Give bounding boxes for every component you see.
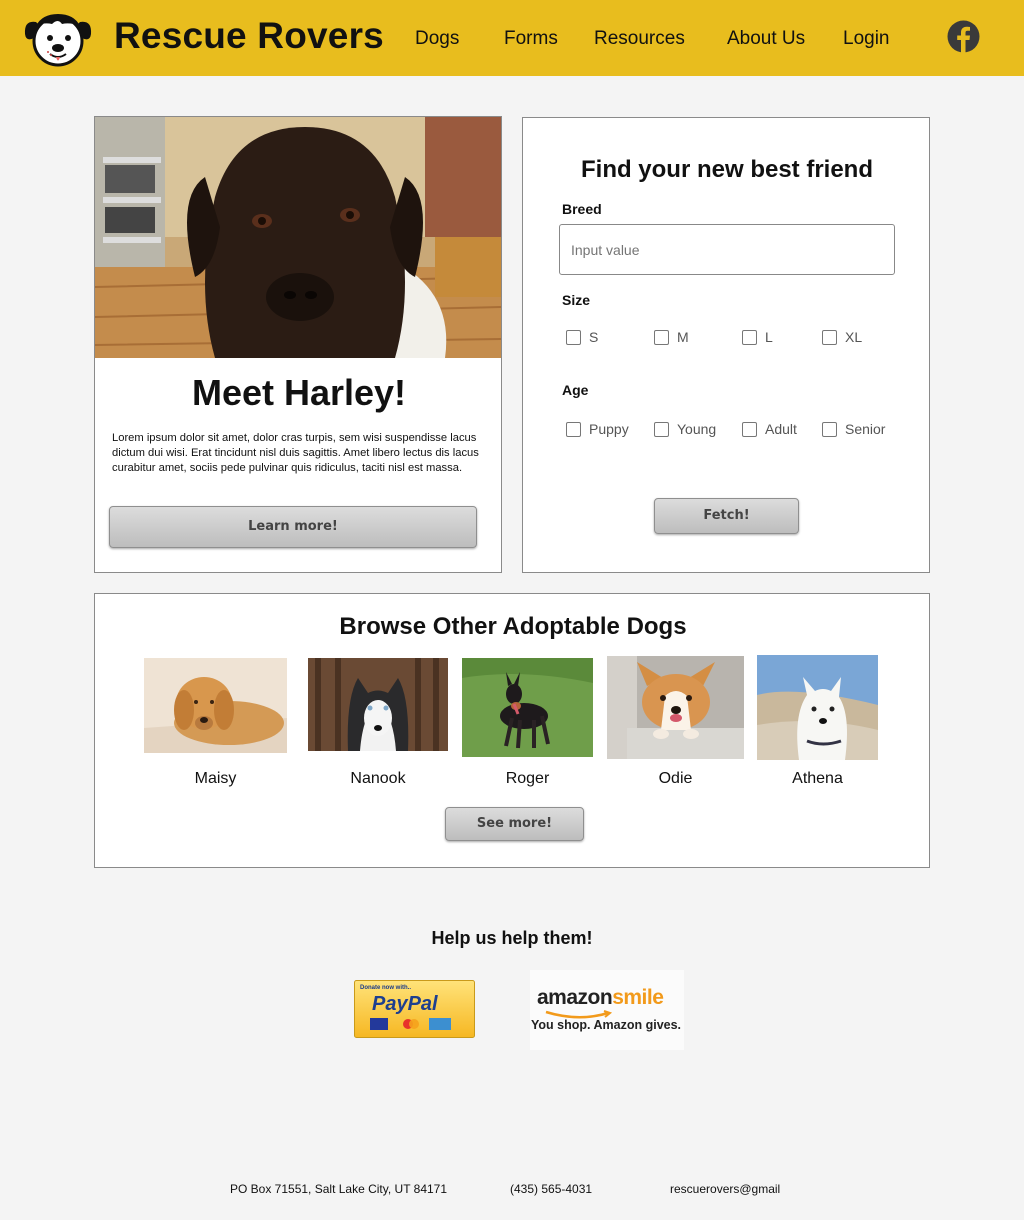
maisy-photo[interactable] — [144, 658, 287, 753]
checkbox-box[interactable] — [742, 329, 757, 345]
age-label: Age — [562, 382, 589, 398]
checkbox-label: Young — [677, 421, 717, 437]
nav-about-us[interactable]: About Us — [727, 28, 805, 50]
checkbox-box[interactable] — [742, 421, 757, 437]
checkbox-box[interactable] — [566, 329, 581, 345]
dog-name-nanook[interactable]: Nanook — [308, 770, 448, 788]
checkbox-label: Senior — [845, 421, 886, 437]
breed-label: Breed — [562, 201, 602, 217]
site-brand[interactable]: Rescue Rovers — [114, 15, 384, 57]
checkbox-label: Adult — [765, 421, 797, 437]
checkbox-label: XL — [845, 329, 863, 345]
nav-dogs[interactable]: Dogs — [415, 28, 459, 50]
see-more-button[interactable]: See more! — [445, 807, 584, 841]
size-checkbox-m[interactable]: M — [654, 329, 689, 345]
checkbox-box[interactable] — [822, 329, 837, 345]
dog-face-icon[interactable] — [22, 8, 94, 68]
featured-dog-title: Meet Harley! — [191, 372, 407, 413]
footer-phone[interactable]: (435) 565-4031 — [510, 1182, 592, 1196]
amazon-text: amazon — [537, 986, 613, 1009]
dog-name-roger[interactable]: Roger — [462, 770, 593, 788]
featured-dog-card: Meet Harley! Lorem ipsum dolor sit amet,… — [94, 116, 502, 573]
footer-email[interactable]: rescuerovers@gmail — [670, 1182, 780, 1196]
size-checkbox-s[interactable]: S — [566, 329, 598, 345]
harley-photo — [95, 117, 501, 358]
dog-card-roger[interactable] — [462, 658, 593, 757]
dog-name-odie[interactable]: Odie — [607, 770, 744, 788]
help-title: Help us help them! — [431, 928, 593, 948]
checkbox-label: L — [765, 329, 773, 345]
paypal-donate-button[interactable]: Donate now with.. PayPal — [354, 980, 475, 1038]
age-checkbox-young[interactable]: Young — [654, 421, 716, 437]
footer-address: PO Box 71551, Salt Lake City, UT 84171 — [230, 1182, 448, 1196]
browse-title: Browse Other Adoptable Dogs — [339, 613, 687, 640]
dog-card-maisy[interactable] — [144, 658, 287, 753]
nav-resources[interactable]: Resources — [594, 28, 685, 50]
odie-photo[interactable] — [607, 656, 744, 759]
roger-photo[interactable] — [462, 658, 593, 757]
checkbox-label: S — [589, 329, 599, 345]
checkbox-box[interactable] — [566, 421, 581, 437]
paypal-brand-text: PayPal — [372, 993, 438, 1015]
smile-text: smile — [612, 986, 664, 1009]
checkbox-box[interactable] — [654, 329, 669, 345]
amazon-smile-button[interactable]: amazonsmile You shop. Amazon gives. — [530, 970, 684, 1050]
athena-photo[interactable] — [757, 655, 878, 760]
age-checkbox-puppy[interactable]: Puppy — [566, 421, 629, 437]
age-checkbox-senior[interactable]: Senior — [822, 421, 885, 437]
browse-dogs-section: Browse Other Adoptable Dogs Maisy Nanook — [94, 593, 930, 868]
age-checkbox-adult[interactable]: Adult — [742, 421, 797, 437]
checkbox-box[interactable] — [822, 421, 837, 437]
nav-forms[interactable]: Forms — [504, 28, 558, 50]
breed-input[interactable] — [559, 224, 895, 275]
dog-search-form: Find your new best friend Breed Size S M… — [522, 117, 930, 573]
amazon-tagline: You shop. Amazon gives. — [531, 1018, 682, 1032]
size-checkbox-xl[interactable]: XL — [822, 329, 862, 345]
dog-card-athena[interactable] — [757, 655, 878, 760]
checkbox-label: Puppy — [589, 421, 629, 437]
search-form-title: Find your new best friend — [580, 156, 874, 183]
nav-login[interactable]: Login — [843, 28, 890, 50]
dog-name-maisy[interactable]: Maisy — [144, 770, 287, 788]
checkbox-box[interactable] — [654, 421, 669, 437]
paypal-small-text: Donate now with.. — [360, 985, 411, 991]
dog-name-athena[interactable]: Athena — [757, 770, 878, 788]
size-checkbox-l[interactable]: L — [742, 329, 773, 345]
checkbox-label: M — [677, 329, 689, 345]
nanook-photo[interactable] — [308, 658, 448, 751]
dog-card-odie[interactable] — [607, 656, 744, 759]
featured-dog-description: Lorem ipsum dolor sit amet, dolor cras t… — [112, 432, 479, 474]
amazon-smile-logo: amazonsmile — [537, 986, 664, 1010]
facebook-icon[interactable] — [947, 20, 980, 53]
fetch-button[interactable]: Fetch! — [654, 498, 799, 534]
dog-card-nanook[interactable] — [308, 658, 448, 751]
site-header: Rescue Rovers Dogs Forms Resources About… — [0, 0, 1024, 76]
size-label: Size — [562, 292, 591, 308]
learn-more-button[interactable]: Learn more! — [109, 506, 477, 548]
